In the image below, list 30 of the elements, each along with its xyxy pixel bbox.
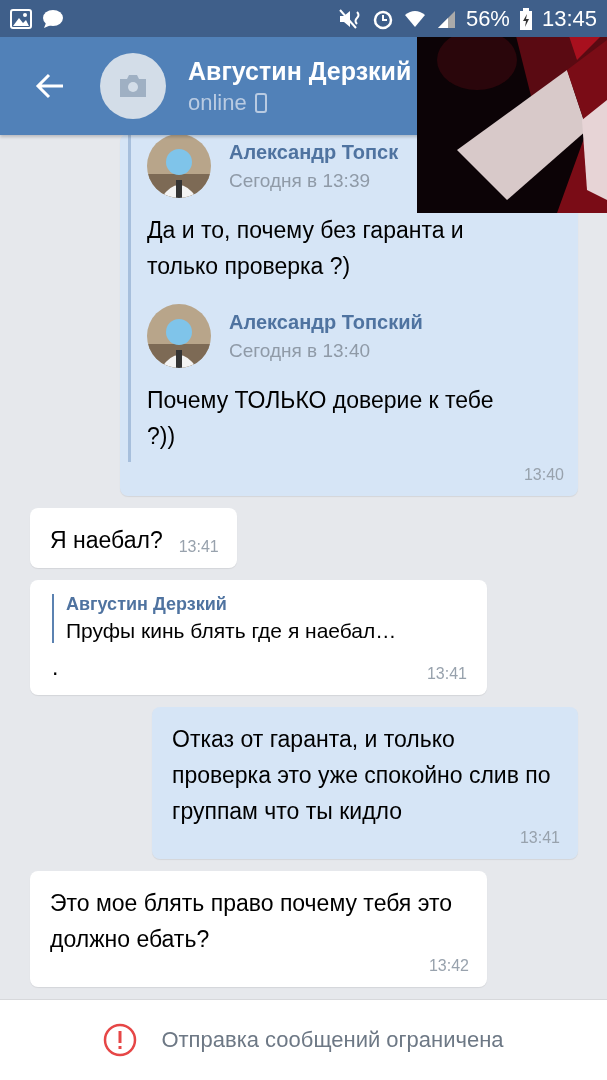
mute-icon xyxy=(337,7,362,30)
message-time: 13:41 xyxy=(426,665,467,683)
image-icon xyxy=(10,8,32,29)
message-date: Сегодня в 13:40 xyxy=(229,339,371,362)
message-time: 13:41 xyxy=(178,538,219,556)
message-time: 13:42 xyxy=(428,957,469,975)
author-name: Александр Топск xyxy=(229,140,399,164)
message-text: . xyxy=(52,653,59,682)
warning-icon xyxy=(103,1023,138,1057)
message-time: 13:41 xyxy=(519,829,560,847)
battery-icon xyxy=(519,7,532,30)
notice-text: Отправка сообщений ограничена xyxy=(161,1027,504,1053)
battery-level: 56% xyxy=(465,5,510,32)
chat-title: Августин Дерзкий xyxy=(188,56,412,86)
message-date: Сегодня в 13:39 xyxy=(229,169,371,192)
message-text: Это мое блять право почему тебя это должно ебать? xyxy=(50,889,453,954)
online-status: online xyxy=(188,89,247,116)
message-time: 13:40 xyxy=(523,466,564,484)
author-name: Александр Топский xyxy=(229,310,423,334)
message-text: Да и то, почему без гаранта и только проверка ?) xyxy=(147,216,465,281)
chat-icon xyxy=(42,8,64,29)
message-text: Отказ от гаранта, и только проверка это уже спокойно слив по группам что ты кидло xyxy=(172,725,552,826)
message-text: Почему ТОЛЬКО доверие к тебе ?)) xyxy=(147,386,495,451)
message-text: Пруфы кинь блять где я наебал… xyxy=(66,619,398,643)
camera-icon xyxy=(118,74,148,98)
author-name: Августин Дерзкий xyxy=(66,594,228,615)
clock: 13:45 xyxy=(541,5,597,32)
message-text: Я наебал? xyxy=(50,526,163,555)
phone-icon xyxy=(254,92,267,113)
reply-quote[interactable]: Августин Дерзкий Пруфы кинь блять где я наебал… xyxy=(52,594,467,643)
